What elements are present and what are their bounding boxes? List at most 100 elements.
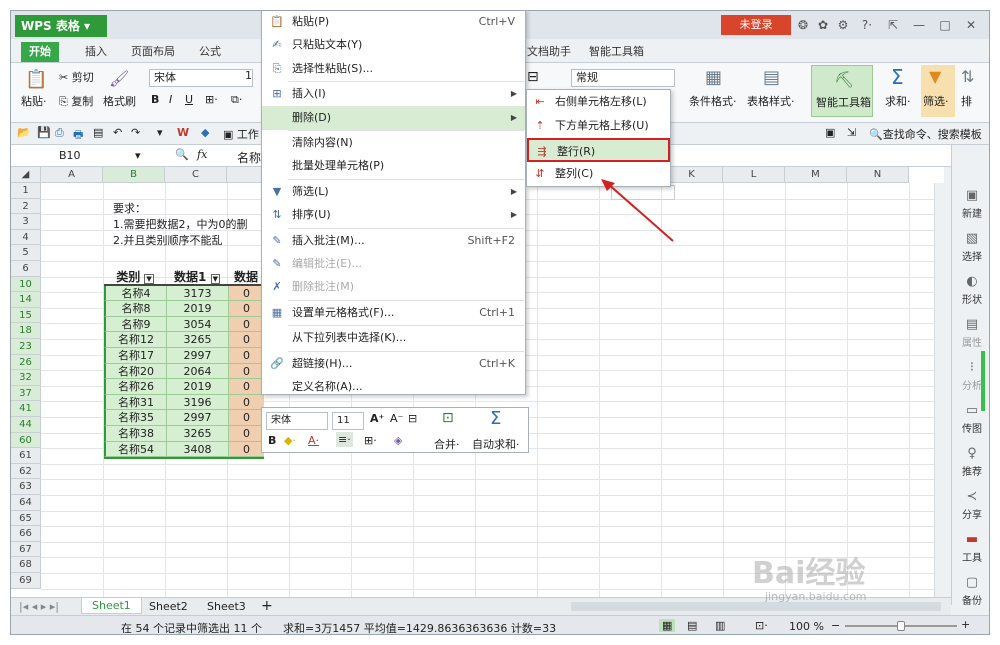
table-cell[interactable]: 0 <box>228 379 264 395</box>
row-header[interactable]: 37 <box>11 385 41 402</box>
redo-icon[interactable]: ↷ <box>131 126 140 139</box>
zoom-out-button[interactable]: − <box>831 619 840 632</box>
table-header-cell[interactable]: 数据1 ▼ <box>166 270 228 286</box>
row-header[interactable]: 32 <box>11 370 41 386</box>
row-header[interactable]: 67 <box>11 541 41 558</box>
table-cell[interactable]: 0 <box>228 394 264 411</box>
side-panel-item[interactable]: ▬ 工具 <box>952 527 989 567</box>
table-row[interactable]: 名称38 3265 0 <box>104 425 264 442</box>
table-row[interactable]: 名称54 3408 0 <box>104 441 264 458</box>
table-cell[interactable]: 名称9 <box>104 316 166 333</box>
tab-doc-assistant[interactable]: 文档助手 <box>519 42 579 62</box>
table-cell[interactable]: 0 <box>228 410 264 426</box>
share-icon[interactable]: ⇲ <box>847 126 856 139</box>
cube-icon[interactable]: ◆ <box>201 126 209 139</box>
formula-input[interactable]: 名称 <box>237 149 261 166</box>
tab-page-layout[interactable]: 页面布局 <box>123 42 183 62</box>
zoom-slider-handle[interactable] <box>897 621 905 631</box>
border-button[interactable]: ⊞· <box>205 93 218 106</box>
side-panel-item[interactable]: ▣ 新建 <box>952 183 989 223</box>
row-header[interactable]: 6 <box>11 261 41 277</box>
table-cell[interactable]: 2064 <box>166 363 228 380</box>
format-painter-icon[interactable]: 🖌 <box>109 69 129 88</box>
row-header[interactable]: 44 <box>11 417 41 433</box>
mini-fill-icon[interactable]: ◆· <box>284 434 296 447</box>
menu-item[interactable]: 批量处理单元格(P) <box>262 154 525 178</box>
row-header[interactable]: 5 <box>11 245 41 261</box>
table-cell[interactable]: 名称31 <box>104 394 166 411</box>
table-cell[interactable]: 2997 <box>166 347 228 364</box>
menu-item[interactable]: ▼ 筛选(L) ▶ <box>262 180 525 204</box>
sum-button[interactable]: 求和· <box>885 93 911 109</box>
name-box-dropdown-icon[interactable]: ▾ <box>135 149 141 162</box>
sort-button[interactable]: 排 <box>961 93 972 109</box>
row-header[interactable]: 68 <box>11 557 41 573</box>
column-header[interactable]: C <box>165 167 227 183</box>
table-row[interactable]: 名称26 2019 0 <box>104 379 264 395</box>
side-panel-item[interactable]: ▢ 备份 <box>952 570 989 610</box>
underline-button[interactable]: U <box>185 93 193 106</box>
monitor-icon[interactable]: ▣ <box>825 126 835 139</box>
table-row[interactable]: 名称20 2064 0 <box>104 363 264 380</box>
table-row[interactable]: 名称9 3054 0 <box>104 316 264 333</box>
refresh-icon[interactable]: ❂ <box>795 17 811 33</box>
print-icon[interactable]: 🖶 <box>73 126 83 145</box>
table-cell[interactable]: 名称26 <box>104 379 166 395</box>
undo-icon[interactable]: ↶ <box>113 126 122 139</box>
tab-smart-toolbox[interactable]: 智能工具箱 <box>581 42 652 62</box>
table-row[interactable]: 名称12 3265 0 <box>104 332 264 348</box>
row-header[interactable]: 3 <box>11 214 41 230</box>
submenu-item[interactable]: ⇶ 整行(R) <box>527 138 670 162</box>
paste-button[interactable]: 粘贴· <box>21 93 47 109</box>
skin-icon[interactable]: ✿ <box>815 17 831 33</box>
row-header[interactable]: 15 <box>11 307 41 324</box>
search-command[interactable]: 🔍查找命令、搜索模板 <box>869 126 982 142</box>
table-cell[interactable]: 名称20 <box>104 363 166 380</box>
table-cell[interactable]: 2997 <box>166 410 228 426</box>
column-header[interactable]: L <box>723 167 785 183</box>
mini-format-icon[interactable]: ⊟ <box>408 412 417 425</box>
filter-dropdown-icon[interactable]: ▼ <box>210 274 220 284</box>
zoom-icon[interactable]: 🔍 <box>175 148 189 161</box>
row-header[interactable]: 62 <box>11 463 41 480</box>
mini-clear-icon[interactable]: ◈ <box>394 434 402 447</box>
row-header[interactable]: 2 <box>11 198 41 215</box>
row-header[interactable]: 60 <box>11 432 41 449</box>
side-panel-item[interactable]: ▤ 属性 <box>952 312 989 352</box>
settings-icon[interactable]: ⚙ <box>835 17 851 33</box>
menu-item[interactable]: ⊞ 插入(I) ▶ <box>262 82 525 106</box>
table-cell[interactable]: 3408 <box>166 441 228 458</box>
table-cell[interactable]: 名称54 <box>104 441 166 458</box>
table-row[interactable]: 名称17 2997 0 <box>104 347 264 364</box>
add-sheet-button[interactable]: + <box>261 598 273 614</box>
row-header[interactable]: 18 <box>11 323 41 339</box>
row-header[interactable]: 69 <box>11 573 41 589</box>
table-row[interactable]: 名称8 2019 0 <box>104 301 264 317</box>
sheet-tab-sheet2[interactable]: Sheet2 <box>149 600 188 613</box>
table-cell[interactable]: 名称12 <box>104 332 166 348</box>
restore-icon[interactable]: ⇱ <box>885 17 901 33</box>
table-cell[interactable]: 0 <box>228 301 264 317</box>
menu-item[interactable]: ⇅ 排序(U) ▶ <box>262 203 525 227</box>
row-header[interactable]: 4 <box>11 229 41 246</box>
table-cell[interactable]: 0 <box>228 425 264 442</box>
menu-item[interactable]: ⎘ 选择性粘贴(S)... <box>262 57 525 81</box>
shrink-font-icon[interactable]: A⁻ <box>390 412 403 425</box>
menu-item[interactable]: 从下拉列表中选择(K)... <box>262 326 525 350</box>
zoom-level[interactable]: 100 % <box>789 620 824 633</box>
export-pdf-icon[interactable]: ▤ <box>93 126 103 139</box>
table-cell[interactable]: 3265 <box>166 425 228 442</box>
normal-view-icon[interactable]: ▦ <box>659 619 676 632</box>
table-cell[interactable]: 3196 <box>166 394 228 411</box>
smart-toolbox-button[interactable]: ⛏ 智能工具箱 <box>811 65 873 117</box>
page-break-view-icon[interactable]: ▥ <box>715 619 725 632</box>
sheet-nav-icons[interactable]: |◂ ◂ ▸ ▸| <box>19 600 59 613</box>
table-cell[interactable]: 0 <box>228 347 264 364</box>
table-header-cell[interactable]: 类别 ▼ <box>104 270 166 286</box>
mini-border-icon[interactable]: ⊞· <box>364 434 377 447</box>
row-header[interactable]: 41 <box>11 401 41 417</box>
menu-item[interactable]: 删除(D) ▶ <box>262 105 525 130</box>
table-cell[interactable]: 2019 <box>166 379 228 395</box>
work-button[interactable]: ▣ 工作 <box>223 126 259 142</box>
tab-insert[interactable]: 插入 <box>77 42 115 62</box>
